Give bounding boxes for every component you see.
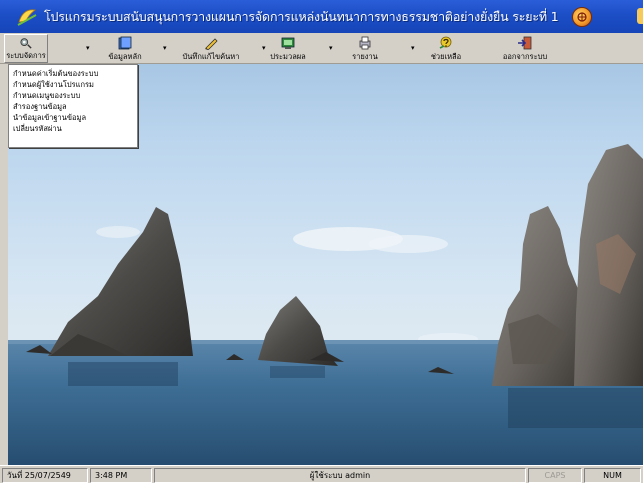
toolbar-record-edit-search-button[interactable]: บันทึกแก้ไขค้นหา: [175, 34, 247, 63]
status-time: 3:48 PM: [90, 468, 152, 483]
status-bar: วันที่ 25/07/2549 3:48 PM ผู้ใช้ระบบ adm…: [0, 465, 643, 483]
toolbar-report-button[interactable]: รายงาน: [343, 34, 387, 63]
chevron-down-icon[interactable]: ▾: [163, 45, 169, 52]
exit-icon: [518, 36, 532, 50]
toolbar: ระบบจัดการ ▾ ข้อมูลหลัก ▾ บันทึกแก้ไขค้น…: [0, 33, 643, 64]
emblem-icon: [572, 6, 593, 27]
process-icon: [281, 37, 295, 49]
status-user: ผู้ใช้ระบบ admin: [154, 468, 526, 483]
system-management-dropdown-menu: กำหนดค่าเริ่มต้นของระบบ กำหนดผู้ใช้งานโป…: [8, 64, 138, 148]
system-management-icon: [20, 38, 32, 49]
toolbar-process-button[interactable]: ประมวลผล: [266, 34, 310, 63]
menu-item-initial-settings[interactable]: กำหนดค่าเริ่มต้นของระบบ: [11, 68, 137, 79]
master-data-icon: [118, 36, 132, 50]
app-logo-icon: [17, 8, 37, 26]
status-caps: CAPS: [528, 468, 582, 483]
menu-item-system-menu[interactable]: กำหนดเมนูของระบบ: [11, 90, 137, 101]
toolbar-exit-button[interactable]: ออกจากระบบ: [497, 34, 553, 63]
help-icon: [439, 36, 452, 49]
menu-item-change-password[interactable]: เปลี่ยนรหัสผ่าน: [11, 123, 137, 134]
title-edge: [637, 8, 643, 24]
toolbar-system-management-button[interactable]: ระบบจัดการ: [4, 34, 48, 63]
toolbar-help-button[interactable]: ช่วยเหลือ: [424, 34, 468, 63]
menu-item-import-data[interactable]: นำข้อมูลเข้าฐานข้อมูล: [11, 112, 137, 123]
chevron-down-icon[interactable]: ▾: [411, 45, 417, 52]
menu-item-program-users[interactable]: กำหนดผู้ใช้งานโปรแกรม: [11, 79, 137, 90]
menu-item-backup-database[interactable]: สำรองฐานข้อมูล: [11, 101, 137, 112]
status-num: NUM: [584, 468, 641, 483]
report-icon: [359, 36, 371, 50]
title-bar: โปรแกรมระบบสนับสนุนการวางแผนการจัดการแหล…: [0, 0, 643, 33]
chevron-down-icon[interactable]: ▾: [329, 45, 335, 52]
status-date: วันที่ 25/07/2549: [2, 468, 88, 483]
chevron-down-icon[interactable]: ▾: [86, 45, 92, 52]
record-edit-search-icon: [205, 38, 218, 50]
window-title: โปรแกรมระบบสนับสนุนการวางแผนการจัดการแหล…: [44, 8, 559, 24]
toolbar-master-data-button[interactable]: ข้อมูลหลัก: [100, 34, 150, 63]
